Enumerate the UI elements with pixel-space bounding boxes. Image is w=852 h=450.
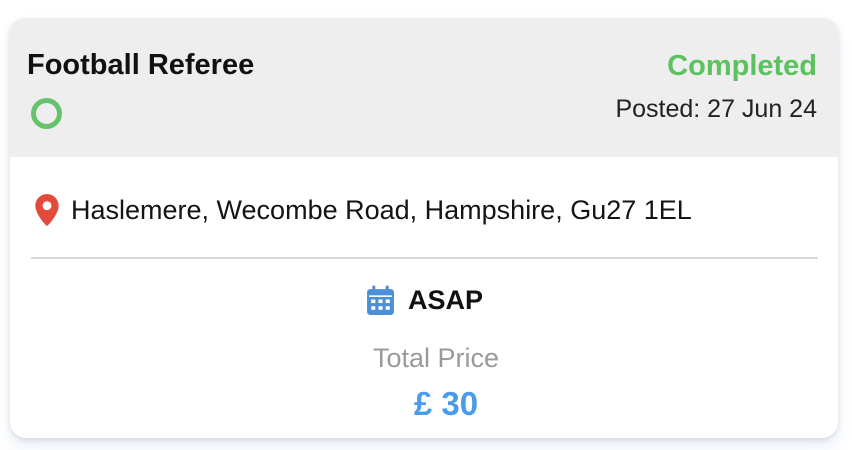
posted-date: Posted: 27 Jun 24 <box>615 95 817 123</box>
schedule-text: ASAP <box>408 284 484 315</box>
location-row: Haslemere, Wecombe Road, Hampshire, Gu27… <box>34 192 692 228</box>
divider <box>31 257 818 259</box>
job-title: Football Referee <box>27 49 255 81</box>
schedule-row: ASAP <box>366 282 483 318</box>
circle-outline-icon <box>31 98 62 129</box>
card-header: Football Referee Completed Posted: 27 Ju… <box>10 18 838 157</box>
status-badge: Completed <box>667 50 817 82</box>
calendar-icon <box>367 285 394 315</box>
price-label: Total Price <box>372 343 500 373</box>
price-value: £ 30 <box>413 385 479 422</box>
job-card[interactable]: Football Referee Completed Posted: 27 Ju… <box>10 18 838 438</box>
job-address: Haslemere, Wecombe Road, Hampshire, Gu27… <box>71 194 692 225</box>
map-pin-icon <box>35 194 59 226</box>
